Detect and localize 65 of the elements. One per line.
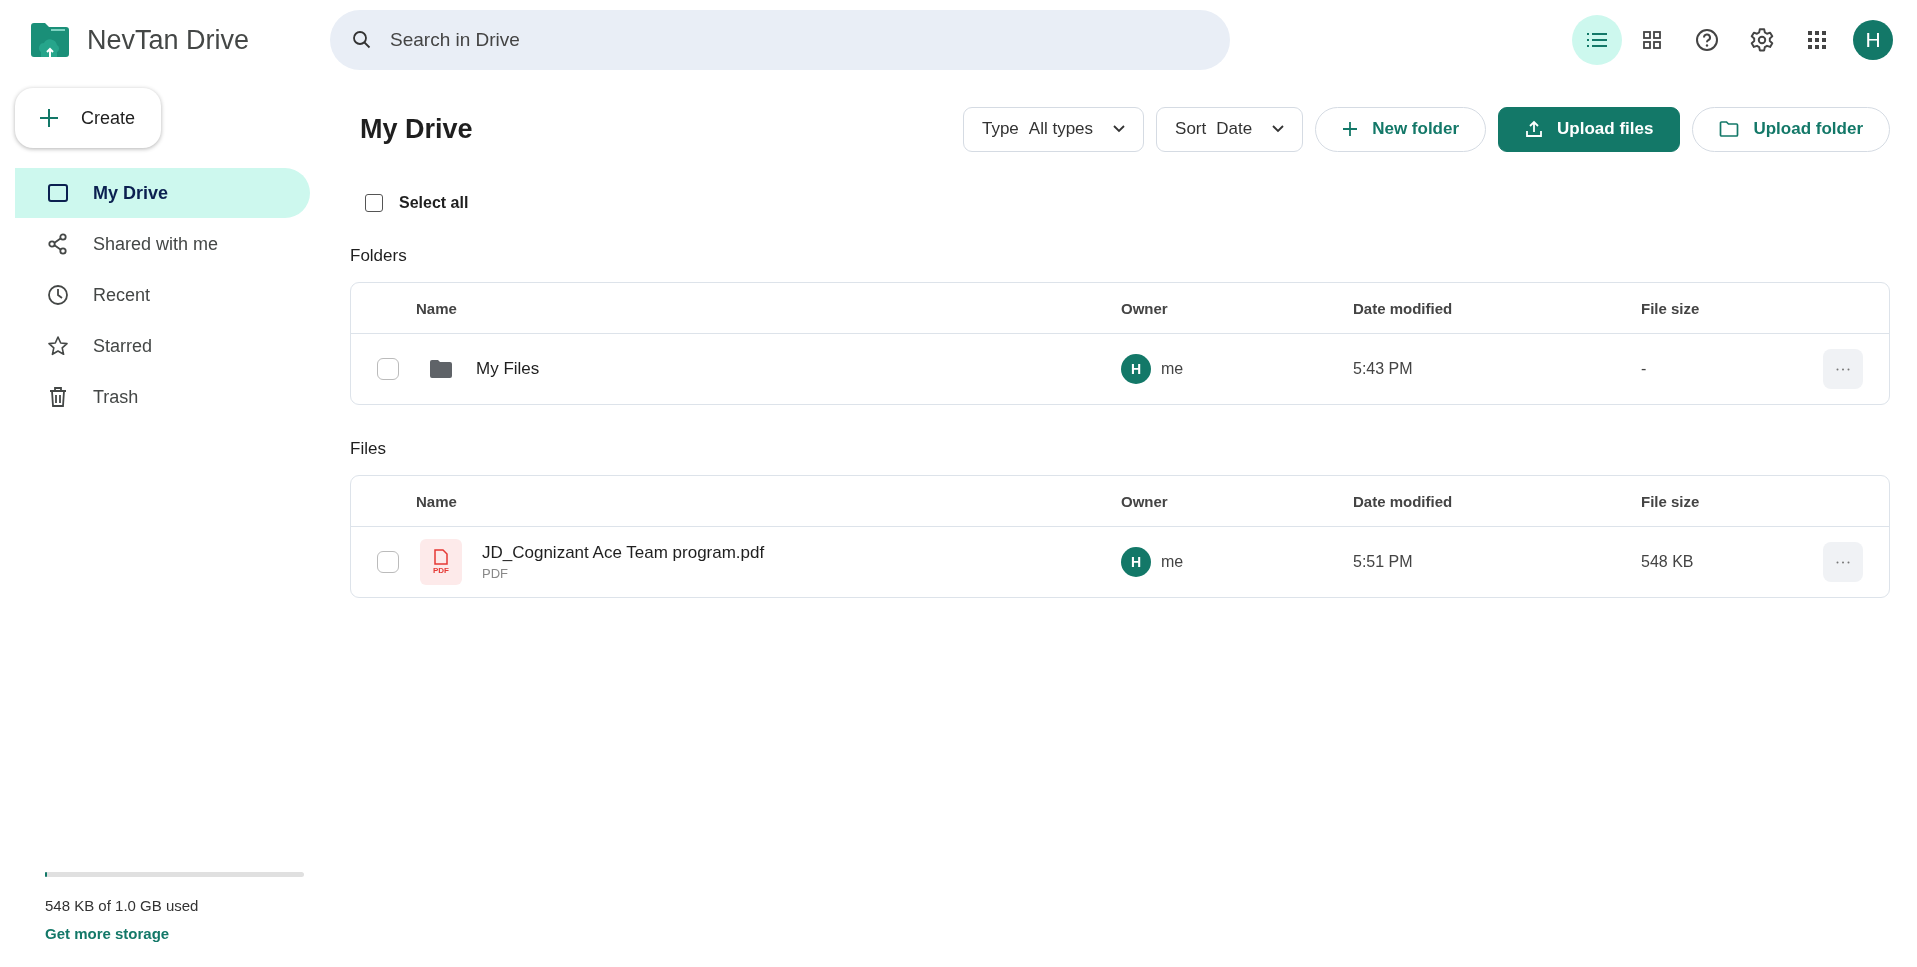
- square-icon: [47, 182, 69, 204]
- column-header: Date modified: [1353, 492, 1454, 510]
- row-checkbox[interactable]: [376, 551, 399, 573]
- sidebar-item[interactable]: Starred: [15, 321, 310, 371]
- column-header: File size: [1641, 492, 1701, 510]
- column-header: Date modified: [1353, 299, 1454, 317]
- upload-icon: [1525, 120, 1544, 138]
- page-title: My Drive: [360, 113, 473, 145]
- grid-icon: [1643, 31, 1661, 49]
- storage-usage-text: 548 KB of 1.0 GB used: [45, 897, 200, 914]
- date-modified: 5:43 PM: [1353, 360, 1414, 378]
- date-modified: 5:51 PM: [1353, 553, 1414, 571]
- section-heading: Files: [350, 439, 387, 459]
- sidebar-item[interactable]: Shared with me: [15, 219, 310, 269]
- search-field[interactable]: Search in Drive: [330, 10, 1230, 70]
- pdf-file-icon: PDF: [420, 539, 462, 585]
- column-header: Name: [416, 492, 458, 510]
- chevron-down-icon: [1272, 125, 1285, 133]
- settings-icon: [1749, 27, 1775, 53]
- plus-icon: [1342, 121, 1359, 137]
- sidebar-item[interactable]: Trash: [15, 372, 310, 422]
- section-heading: Folders: [350, 246, 408, 266]
- file-type: PDF: [482, 566, 509, 581]
- upload-files-button[interactable]: Upload files: [1498, 106, 1681, 152]
- folder-icon: [430, 360, 452, 378]
- new-folder-button[interactable]: New folder: [1315, 106, 1487, 152]
- plus-icon: [39, 108, 59, 128]
- file-size: -: [1641, 360, 1648, 378]
- owner-avatar: H: [1121, 547, 1151, 577]
- owner-name: me: [1161, 553, 1184, 571]
- share-icon: [47, 233, 69, 255]
- file-size: 548 KB: [1641, 553, 1695, 571]
- chevron-down-icon: [1113, 125, 1126, 133]
- list-icon: [1587, 32, 1607, 48]
- star-icon: [47, 335, 69, 357]
- folder-logo-icon: [31, 23, 69, 57]
- create-button[interactable]: Create: [15, 88, 161, 148]
- sidebar-item[interactable]: My Drive: [15, 168, 310, 218]
- apps-grid-icon: [1808, 31, 1826, 49]
- filter-dropdown[interactable]: Sort Date: [1156, 106, 1304, 152]
- filter-dropdown[interactable]: Type All types: [962, 106, 1145, 152]
- more-icon: [1836, 367, 1850, 371]
- more-icon: [1836, 560, 1850, 564]
- row-checkbox[interactable]: [376, 358, 399, 380]
- folder-outline-icon: [1719, 121, 1740, 137]
- upload-folder-button[interactable]: Upload folder: [1692, 106, 1890, 152]
- app-name: NevTan Drive: [87, 24, 250, 56]
- user-avatar[interactable]: H: [1853, 20, 1893, 60]
- file-name[interactable]: JD_Cognizant Ace Team program.pdf: [482, 543, 765, 563]
- owner-name: me: [1161, 360, 1184, 378]
- column-header: Owner: [1121, 299, 1169, 317]
- select-all-label: Select all: [399, 194, 469, 212]
- owner-avatar: H: [1121, 354, 1151, 384]
- sidebar-item[interactable]: Recent: [15, 270, 310, 320]
- trash-icon: [47, 386, 69, 408]
- column-header: Name: [416, 299, 458, 317]
- clock-icon: [47, 284, 69, 306]
- get-more-storage-link[interactable]: Get more storage: [45, 925, 170, 942]
- file-name[interactable]: My Files: [476, 359, 540, 379]
- help-icon: [1695, 28, 1719, 52]
- column-header: File size: [1641, 299, 1701, 317]
- column-header: Owner: [1121, 492, 1169, 510]
- list-view-button[interactable]: [1572, 15, 1622, 65]
- select-all-checkbox[interactable]: [365, 194, 383, 212]
- search-icon: [352, 30, 372, 50]
